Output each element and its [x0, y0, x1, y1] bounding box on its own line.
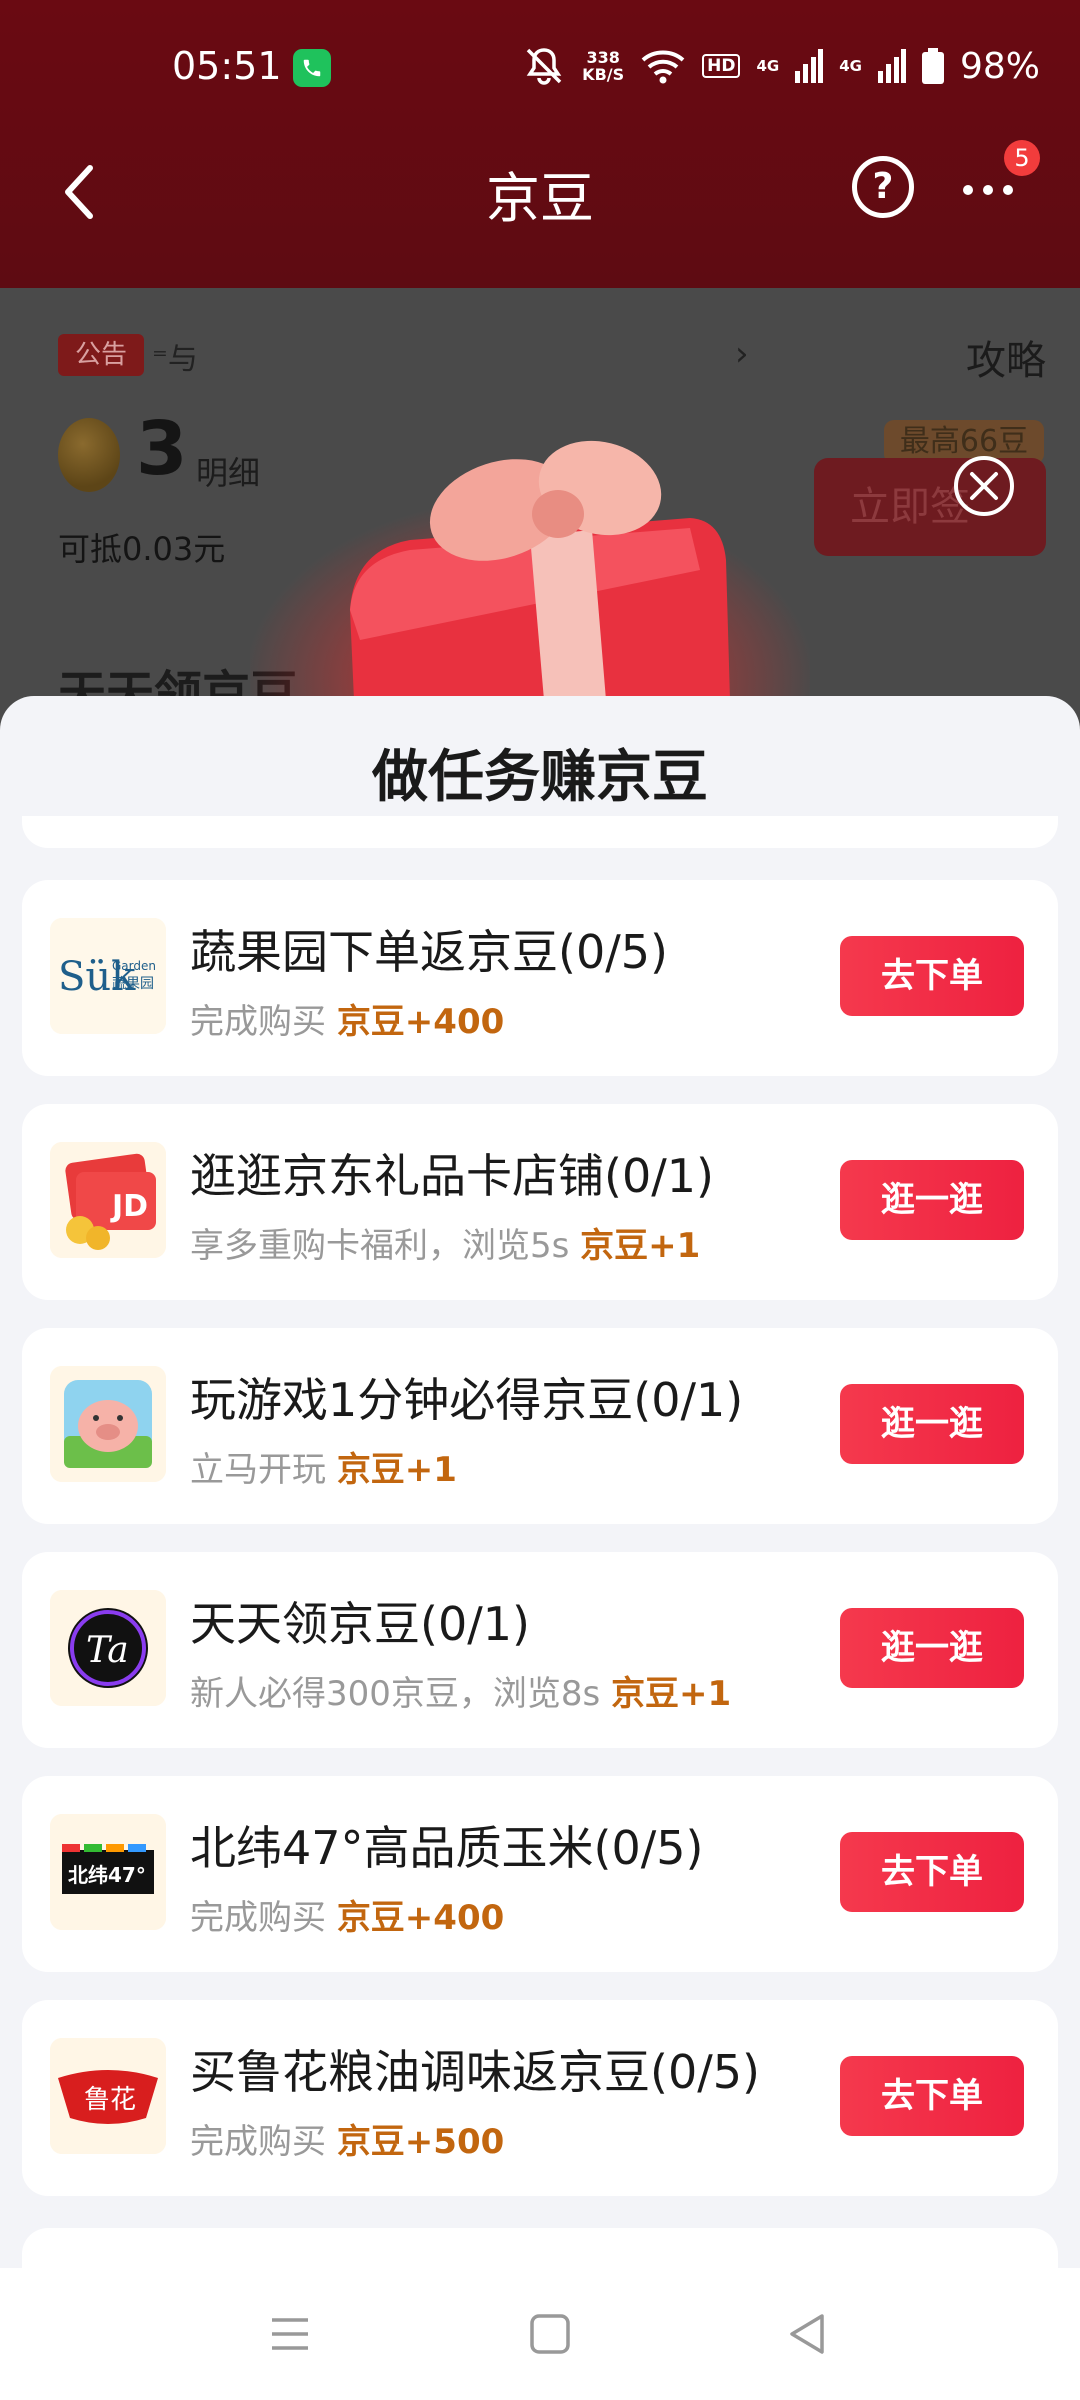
task-card: JD 逛逛京东礼品卡店铺(0/1) 享多重购卡福利，浏览5s 京豆+1 逛一逛	[22, 1104, 1058, 1300]
top-bar: 05:51 338 KB/S HD 4G 4G 98% 京豆 ? 5	[0, 0, 1080, 288]
task-desc-text: 完成购买	[190, 1002, 326, 1042]
net-speed: 338 KB/S	[582, 49, 624, 83]
beiwei-corn-logo: 北纬47°	[50, 1814, 166, 1930]
page-title: 京豆	[486, 167, 594, 230]
task-desc: 完成购买 京豆+400	[190, 994, 504, 1043]
task-desc-text: 立马开玩	[190, 1450, 326, 1490]
task-reward: 京豆+1	[336, 1450, 457, 1490]
worth-text: 可抵0.03元	[58, 530, 226, 568]
net-speed-unit: KB/S	[582, 65, 625, 84]
task-desc: 享多重购卡福利，浏览5s 京豆+1	[190, 1218, 700, 1267]
home-icon[interactable]	[524, 2308, 576, 2360]
gift-card-logo: JD	[50, 1142, 166, 1258]
status-time: 05:51	[172, 44, 282, 88]
logo-text: JD	[110, 1189, 148, 1224]
hd-voice-icon: HD	[702, 54, 741, 78]
menu-icon[interactable]	[264, 2308, 316, 2360]
task-card: 鲁花 买鲁花粮油调味返京豆(0/5) 完成购买 京豆+500 去下单	[22, 2000, 1058, 2196]
task-desc-text: 完成购买	[190, 1898, 326, 1938]
status-right-icons: 338 KB/S HD 4G 4G 98%	[522, 44, 1040, 88]
task-reward: 京豆+400	[336, 1002, 505, 1042]
help-icon[interactable]: ?	[852, 156, 914, 218]
task-name: 买鲁花粮油调味返京豆(0/5)	[190, 2045, 760, 2099]
go-order-button[interactable]: 去下单	[840, 2056, 1024, 2136]
system-nav-bar	[0, 2268, 1080, 2400]
task-card-partial	[22, 2228, 1058, 2268]
logo-subtext-2: 蔬果园	[112, 976, 154, 992]
detail-link: 明细	[196, 454, 261, 492]
battery-percent: 98%	[959, 45, 1040, 87]
close-icon	[970, 472, 998, 500]
wifi-icon	[641, 50, 685, 84]
back-icon[interactable]	[782, 2308, 834, 2360]
task-card: 玩游戏1分钟必得京豆(0/1) 立马开玩 京豆+1 逛一逛	[22, 1328, 1058, 1524]
task-reward: 京豆+400	[336, 1898, 505, 1938]
battery-icon	[921, 48, 944, 84]
gift-box-icon	[350, 440, 730, 700]
bell-muted-icon	[526, 48, 562, 85]
task-name: 北纬47°高品质玉米(0/5)	[190, 1821, 704, 1875]
signal-icon-2	[877, 49, 906, 83]
task-sheet: 做任务赚京豆 Sük Garden 蔬果园 蔬果园下单返京豆(0/5) 完成购买…	[0, 696, 1080, 2268]
notification-badge: 5	[1004, 140, 1040, 176]
go-order-button[interactable]: 去下单	[840, 1832, 1024, 1912]
task-card: Sük Garden 蔬果园 蔬果园下单返京豆(0/5) 完成购买 京豆+400…	[22, 880, 1058, 1076]
close-popup-button[interactable]	[954, 456, 1014, 516]
nav-bar: 京豆 ? 5	[0, 140, 1080, 250]
task-reward: 京豆+500	[336, 2122, 505, 2162]
task-reward: 京豆+1	[580, 1226, 701, 1266]
bean-icon	[58, 418, 120, 492]
logo-subtext-1: Garden	[112, 959, 156, 973]
notice-text: ⁼与	[152, 342, 198, 377]
sheet-title: 做任务赚京豆	[372, 745, 708, 810]
task-card-partial	[22, 816, 1058, 848]
task-card: 北纬47° 北纬47°高品质玉米(0/5) 完成购买 京豆+400 去下单	[22, 1776, 1058, 1972]
ta-app-logo: Ta	[50, 1590, 166, 1706]
task-card: Ta 天天领京豆(0/1) 新人必得300京豆，浏览8s 京豆+1 逛一逛	[22, 1552, 1058, 1748]
task-desc: 立马开玩 京豆+1	[190, 1442, 457, 1491]
status-bar: 05:51 338 KB/S HD 4G 4G 98%	[0, 0, 1080, 140]
task-name: 玩游戏1分钟必得京豆(0/1)	[190, 1373, 744, 1427]
pig-game-logo	[50, 1366, 166, 1482]
signal-label-1: 4G	[756, 57, 780, 75]
task-desc: 完成购买 京豆+500	[190, 2114, 504, 2163]
logo-text: 鲁花	[84, 2085, 136, 2115]
signal-icon	[795, 49, 824, 83]
task-reward: 京豆+1	[611, 1674, 732, 1714]
task-name: 逛逛京东礼品卡店铺(0/1)	[190, 1149, 714, 1203]
logo-text: 北纬47°	[68, 1863, 146, 1887]
signal-label-2: 4G	[839, 57, 862, 75]
browse-button[interactable]: 逛一逛	[840, 1160, 1024, 1240]
task-desc-text: 完成购买	[190, 2122, 326, 2162]
notice-arrow-icon: ›	[735, 334, 749, 374]
go-order-button[interactable]: 去下单	[840, 936, 1024, 1016]
task-desc: 完成购买 京豆+400	[190, 1890, 504, 1939]
task-name: 蔬果园下单返京豆(0/5)	[190, 925, 668, 979]
strategy-link: 攻略	[966, 338, 1046, 384]
vegetable-garden-logo: Sük Garden 蔬果园	[50, 918, 166, 1034]
task-desc-text: 享多重购卡福利，浏览5s	[190, 1226, 570, 1266]
browse-button[interactable]: 逛一逛	[840, 1384, 1024, 1464]
task-name: 天天领京豆(0/1)	[190, 1597, 530, 1651]
luhua-oil-logo: 鲁花	[50, 2038, 166, 2154]
phone-call-icon	[293, 49, 331, 87]
notice-tag: 公告	[58, 334, 144, 376]
bean-count: 3	[136, 406, 188, 492]
task-desc: 新人必得300京豆，浏览8s 京豆+1	[190, 1666, 731, 1715]
logo-text: Ta	[86, 1630, 129, 1671]
task-desc-text: 新人必得300京豆，浏览8s	[190, 1674, 601, 1714]
browse-button[interactable]: 逛一逛	[840, 1608, 1024, 1688]
